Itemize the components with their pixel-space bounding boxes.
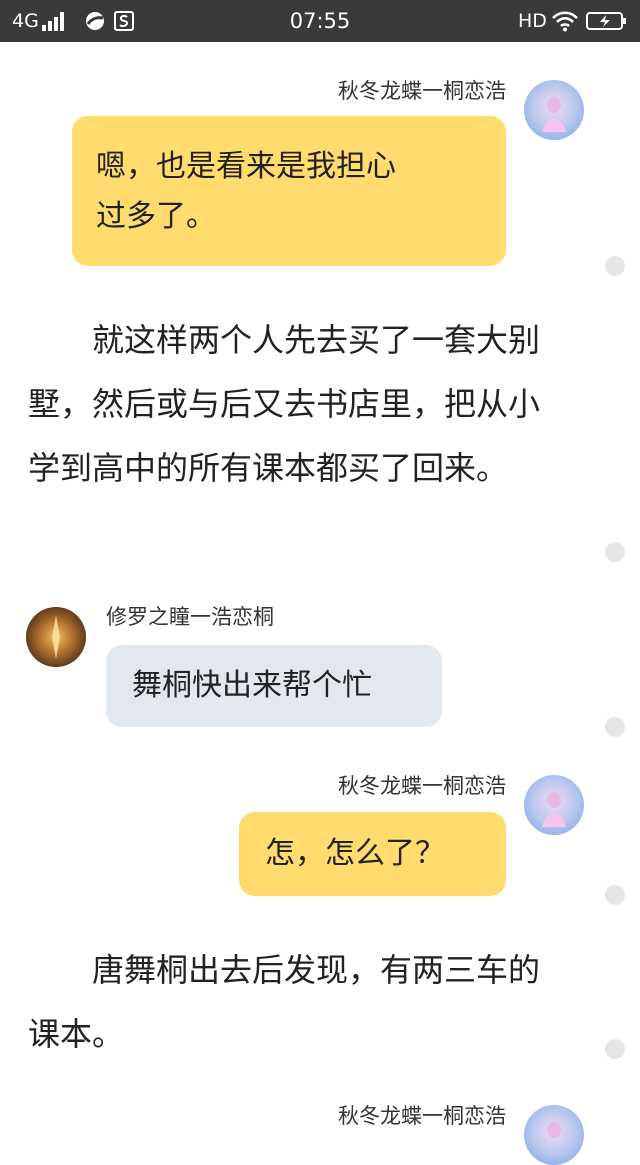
narration-paragraph: 唐舞桐出去后发现，有两三车的课本。 <box>28 951 541 1053</box>
chat-bubble: 舞桐快出来帮个忙 <box>106 645 442 727</box>
status-bar: 4G 07:55 HD <box>0 0 640 42</box>
avatar-image <box>524 80 584 140</box>
avatar-image <box>26 607 86 667</box>
chat-bubble: 怎，怎么了？ <box>239 812 506 896</box>
bubble-line: 舞桐快出来帮个忙 <box>132 668 372 703</box>
comment-dot[interactable] <box>605 717 625 737</box>
bubble-line: 嗯，也是看来是我担心 <box>96 149 396 184</box>
bubble-line: 怎，怎么了？ <box>265 836 445 871</box>
avatar[interactable] <box>524 80 584 140</box>
battery-charging-icon <box>586 12 626 30</box>
bubble-line: 过多了。 <box>96 199 216 234</box>
avatar[interactable] <box>26 607 86 667</box>
comment-dot[interactable] <box>605 256 625 276</box>
avatar[interactable] <box>524 775 584 835</box>
speaker-name: 秋冬龙蝶一桐恋浩 <box>338 774 506 798</box>
avatar[interactable] <box>524 1105 584 1165</box>
speaker-name: 修罗之瞳一浩恋桐 <box>106 605 274 629</box>
speaker-name: 秋冬龙蝶一桐恋浩 <box>338 79 506 103</box>
wifi-icon <box>552 11 578 32</box>
narration-paragraph: 就这样两个人先去买了一套大别墅，然后或与后又去书店里，把从小学到高中的所有课本都… <box>28 321 541 487</box>
avatar-image <box>524 1105 584 1165</box>
comment-dot[interactable] <box>605 542 625 562</box>
speaker-name: 秋冬龙蝶一桐恋浩 <box>338 1104 506 1128</box>
comment-dot[interactable] <box>605 885 625 905</box>
hd-indicator: HD <box>518 10 547 32</box>
chat-bubble: 嗯，也是看来是我担心 过多了。 <box>72 116 506 266</box>
comment-dot[interactable] <box>605 1039 625 1059</box>
avatar-image <box>524 775 584 835</box>
